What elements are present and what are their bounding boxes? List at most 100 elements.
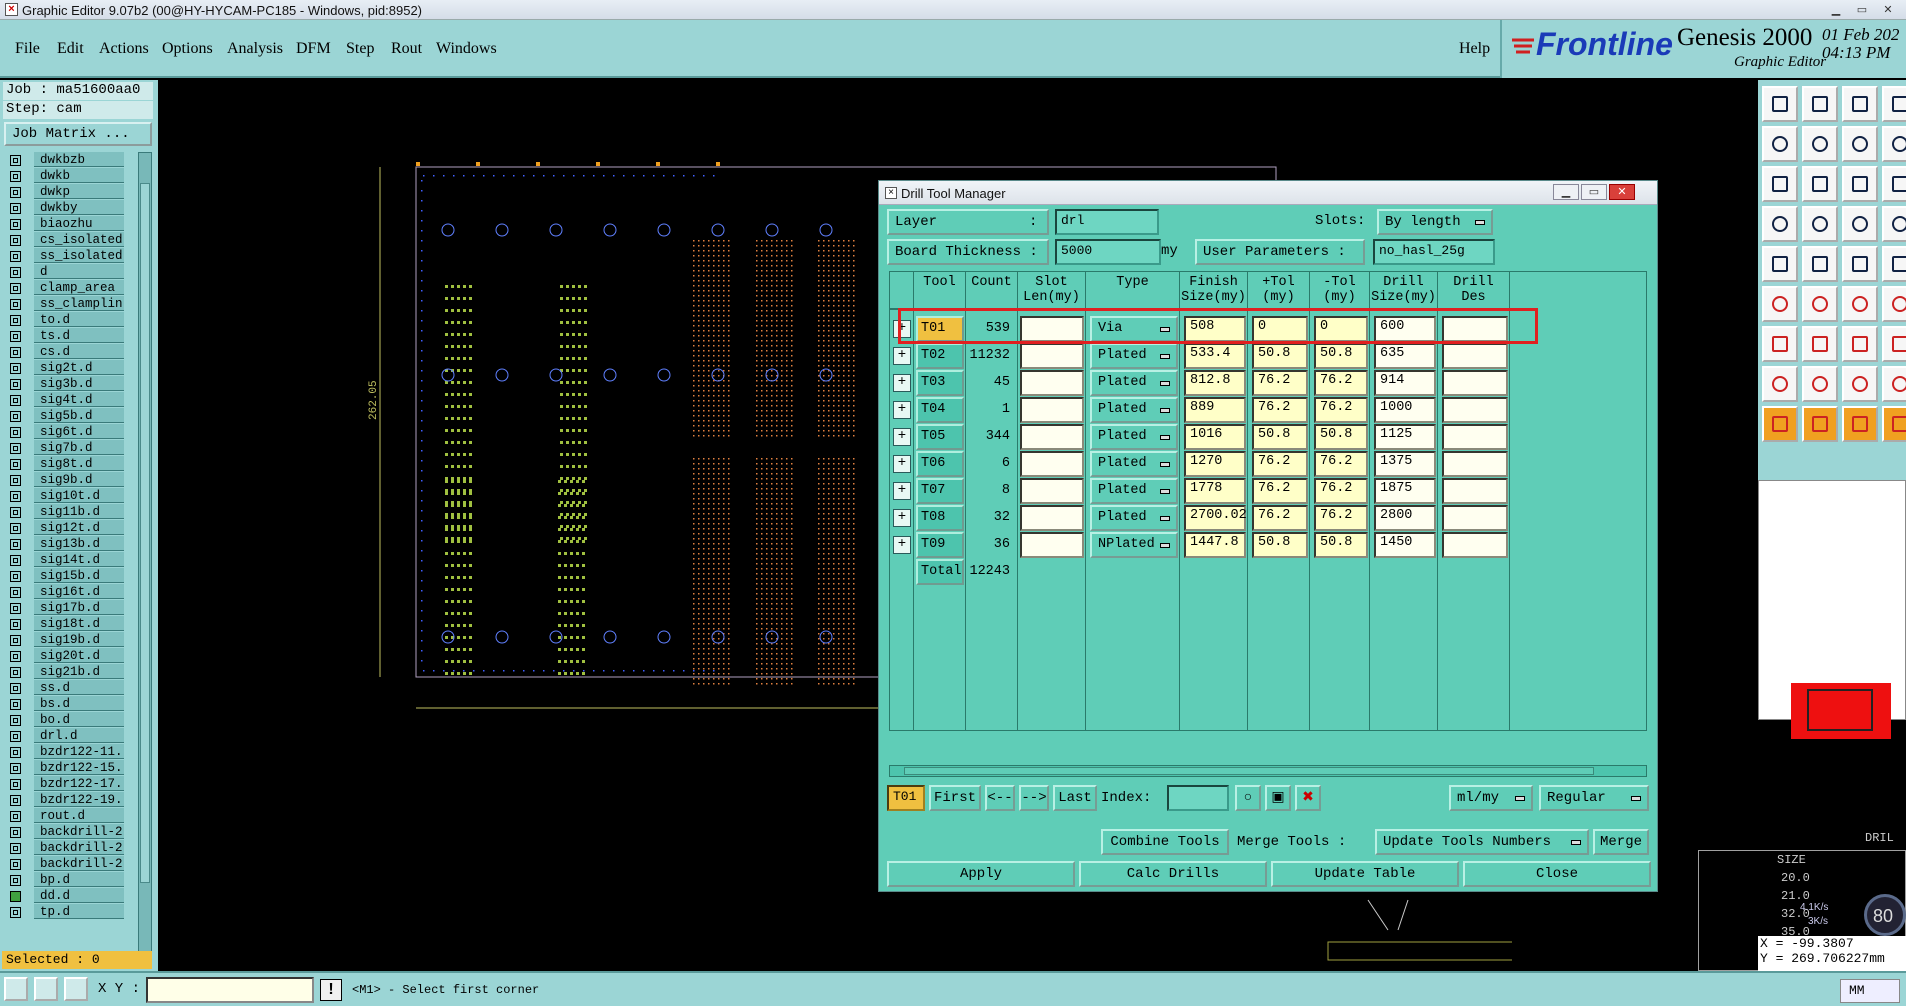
dialog-close-button[interactable]: ✕	[1609, 184, 1635, 200]
layer-name[interactable]: backdrill-2	[34, 840, 124, 855]
layer-checkbox[interactable]	[10, 427, 21, 438]
layer-name[interactable]: sig7b.d	[34, 440, 124, 455]
slot-length-input[interactable]	[1020, 343, 1084, 369]
slot-length-input[interactable]	[1020, 424, 1084, 450]
prev-button[interactable]: <--	[985, 785, 1015, 811]
type-dropdown[interactable]: Plated	[1090, 505, 1178, 531]
type-dropdown[interactable]: NPlated	[1090, 532, 1178, 558]
layer-row[interactable]: sig14t.d	[6, 552, 124, 568]
tool-name[interactable]: T06	[916, 451, 964, 477]
drill-size-input[interactable]: 1000	[1374, 397, 1436, 423]
layer-row[interactable]: backdrill-2	[6, 840, 124, 856]
layer-name[interactable]: sig16t.d	[34, 584, 124, 599]
layer-checkbox[interactable]	[10, 587, 21, 598]
plus-tol-input[interactable]: 50.8	[1252, 424, 1308, 450]
finish-size-input[interactable]: 889	[1184, 397, 1246, 423]
layer-name[interactable]: sig5b.d	[34, 408, 124, 423]
expand-row-icon[interactable]: +	[893, 536, 911, 554]
menu-file[interactable]: File	[15, 40, 40, 58]
minimize-button[interactable]: ▁	[1826, 3, 1846, 16]
tool-button-icon[interactable]	[1802, 86, 1838, 122]
tool-name[interactable]: T07	[916, 478, 964, 504]
layer-name[interactable]: sig18t.d	[34, 616, 124, 631]
layer-name[interactable]: sig11b.d	[34, 504, 124, 519]
user-parameters-field[interactable]: no_hasl_25g	[1373, 239, 1495, 265]
type-dropdown[interactable]: Plated	[1090, 424, 1178, 450]
drill-size-input[interactable]: 1125	[1374, 424, 1436, 450]
layer-name[interactable]: sig13b.d	[34, 536, 124, 551]
drill-des-input[interactable]	[1442, 343, 1508, 369]
layer-name[interactable]: d	[34, 264, 124, 279]
layer-name[interactable]: to.d	[34, 312, 124, 327]
layer-row[interactable]: ts.d	[6, 328, 124, 344]
layer-checkbox[interactable]	[10, 699, 21, 710]
layer-row[interactable]: rout.d	[6, 808, 124, 824]
tool-button-icon[interactable]	[1842, 166, 1878, 202]
tool-button-icon[interactable]	[1762, 126, 1798, 162]
layer-row[interactable]: sig5b.d	[6, 408, 124, 424]
layer-list-scrollbar[interactable]	[138, 152, 152, 964]
merge-option-dropdown[interactable]: Update Tools Numbers	[1375, 829, 1589, 855]
drill-des-input[interactable]	[1442, 397, 1508, 423]
tool-button-icon[interactable]	[1882, 326, 1906, 362]
finish-size-input[interactable]: 1778	[1184, 478, 1246, 504]
tool-button-icon[interactable]	[1802, 366, 1838, 402]
drill-size-input[interactable]: 1450	[1374, 532, 1436, 558]
maximize-button[interactable]: ▭	[1852, 3, 1872, 16]
minus-tol-input[interactable]: 50.8	[1314, 424, 1368, 450]
layer-checkbox[interactable]	[10, 539, 21, 550]
type-dropdown[interactable]: Plated	[1090, 397, 1178, 423]
layer-name[interactable]: clamp_area	[34, 280, 124, 295]
layer-checkbox[interactable]	[10, 859, 21, 870]
image-icon[interactable]: ▣	[1265, 785, 1291, 811]
expand-row-icon[interactable]: +	[893, 374, 911, 392]
tool-button-icon[interactable]	[1802, 246, 1838, 282]
user-parameters-button[interactable]: User Parameters :	[1195, 239, 1365, 265]
layer-checkbox[interactable]	[10, 395, 21, 406]
layer-row[interactable]: bo.d	[6, 712, 124, 728]
tool-button-icon[interactable]	[1802, 206, 1838, 242]
tool-button-icon[interactable]	[1762, 326, 1798, 362]
menu-analysis[interactable]: Analysis	[227, 40, 283, 58]
drill-size-input[interactable]: 600	[1374, 316, 1436, 342]
layer-row[interactable]: backdrill-2	[6, 856, 124, 872]
layer-row[interactable]: dwkb	[6, 168, 124, 184]
expand-row-icon[interactable]: +	[893, 509, 911, 527]
layer-name[interactable]: sig3b.d	[34, 376, 124, 391]
menu-windows[interactable]: Windows	[436, 40, 497, 58]
layer-checkbox[interactable]	[10, 891, 21, 902]
tool-button-icon[interactable]	[1802, 286, 1838, 322]
plus-tol-input[interactable]: 76.2	[1252, 451, 1308, 477]
layer-name[interactable]: sig6t.d	[34, 424, 124, 439]
layer-name[interactable]: rout.d	[34, 808, 124, 823]
minus-tol-input[interactable]: 76.2	[1314, 451, 1368, 477]
layer-checkbox[interactable]	[10, 491, 21, 502]
finish-size-input[interactable]: 2700.02	[1184, 505, 1247, 531]
tool-button-icon[interactable]	[1762, 206, 1798, 242]
menu-options[interactable]: Options	[162, 40, 213, 58]
slot-length-input[interactable]	[1020, 397, 1084, 423]
drill-des-input[interactable]	[1442, 316, 1508, 342]
tool-name[interactable]: T09	[916, 532, 964, 558]
drill-size-input[interactable]: 1375	[1374, 451, 1436, 477]
tool-name[interactable]: T05	[916, 424, 964, 450]
layer-name[interactable]: bp.d	[34, 872, 124, 887]
update-table-button[interactable]: Update Table	[1271, 861, 1459, 887]
dialog-minimize-button[interactable]: ▁	[1553, 184, 1579, 200]
layer-checkbox[interactable]	[10, 171, 21, 182]
tool-button-icon[interactable]	[1802, 126, 1838, 162]
menu-help[interactable]: Help	[1459, 40, 1490, 58]
layer-row[interactable]: sig4t.d	[6, 392, 124, 408]
layer-checkbox[interactable]	[10, 795, 21, 806]
slot-length-input[interactable]	[1020, 316, 1084, 342]
layer-checkbox[interactable]	[10, 443, 21, 454]
tool-button-icon[interactable]	[1882, 366, 1906, 402]
layer-name[interactable]: bo.d	[34, 712, 124, 727]
layer-name[interactable]: drl.d	[34, 728, 124, 743]
layer-checkbox[interactable]	[10, 747, 21, 758]
tool-name[interactable]: T01	[916, 316, 964, 342]
tool-button-icon[interactable]	[1882, 86, 1906, 122]
unit-dropdown[interactable]: ml/my	[1449, 785, 1533, 811]
drill-des-input[interactable]	[1442, 370, 1508, 396]
layer-checkbox[interactable]	[10, 315, 21, 326]
